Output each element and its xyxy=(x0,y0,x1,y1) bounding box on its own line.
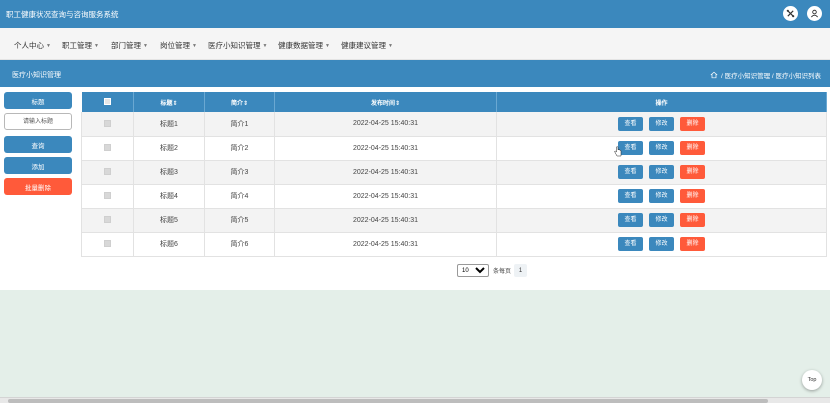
cell-summary: 简介3 xyxy=(204,160,275,185)
select-all-checkbox[interactable] xyxy=(81,92,134,112)
table-row: 标题1 简介1 2022-04-25 15:40:31 查看 修改 删除 xyxy=(81,112,827,137)
cell-summary: 简介1 xyxy=(204,112,275,137)
cell-publish-time: 2022-04-25 15:40:31 xyxy=(274,184,497,209)
nav-item-personal-center[interactable]: 个人中心 ▼ xyxy=(14,40,51,51)
cell-summary: 简介2 xyxy=(204,136,275,161)
cell-actions: 查看 修改 删除 xyxy=(496,184,827,209)
table-row: 标题6 简介6 2022-04-25 15:40:31 查看 修改 删除 xyxy=(81,232,827,257)
chevron-down-icon: ▼ xyxy=(325,43,330,49)
cell-title: 标题2 xyxy=(133,136,205,161)
app-title: 职工健康状况查询与咨询服务系统 xyxy=(6,10,119,19)
data-table: 标题⇕ 简介⇕ 发布时间⇕ 操作 标题1 简介1 2022-04-25 15:4… xyxy=(81,92,827,257)
view-button[interactable]: 查看 xyxy=(618,189,643,203)
cell-summary: 简介4 xyxy=(204,184,275,209)
delete-button[interactable]: 删除 xyxy=(680,237,705,251)
delete-button[interactable]: 删除 xyxy=(680,189,705,203)
row-checkbox[interactable] xyxy=(81,184,134,209)
delete-button[interactable]: 删除 xyxy=(680,165,705,179)
page-header: 医疗小知识管理 / 医疗小知识管理 / 医疗小知识列表 xyxy=(0,60,830,87)
title-field-label: 标题 xyxy=(4,92,72,109)
cell-publish-time: 2022-04-25 15:40:31 xyxy=(274,232,497,257)
title-search-input[interactable] xyxy=(4,113,72,130)
top-bar: 职工健康状况查询与咨询服务系统 xyxy=(0,0,830,28)
chevron-down-icon: ▼ xyxy=(94,43,99,49)
chevron-down-icon: ▼ xyxy=(262,43,268,49)
nav-item-health-advice[interactable]: 健康建议管理 ▼ xyxy=(341,40,393,51)
query-button[interactable]: 查询 xyxy=(4,136,72,153)
row-checkbox[interactable] xyxy=(81,112,134,137)
cell-title: 标题5 xyxy=(133,208,205,233)
row-checkbox[interactable] xyxy=(81,232,134,257)
nav-item-staff[interactable]: 职工管理 ▼ xyxy=(62,40,99,51)
table-row: 标题5 简介5 2022-04-25 15:40:31 查看 修改 删除 xyxy=(81,208,827,233)
delete-button[interactable]: 删除 xyxy=(680,141,705,155)
table-header-row: 标题⇕ 简介⇕ 发布时间⇕ 操作 xyxy=(81,92,827,112)
header-title[interactable]: 标题⇕ xyxy=(133,92,205,112)
cell-publish-time: 2022-04-25 15:40:31 xyxy=(274,160,497,185)
cell-title: 标题4 xyxy=(133,184,205,209)
breadcrumb-text: / 医疗小知识管理 / 医疗小知识列表 xyxy=(720,73,821,80)
cell-title: 标题3 xyxy=(133,160,205,185)
chevron-down-icon: ▼ xyxy=(192,43,197,49)
header-actions: 操作 xyxy=(496,92,827,112)
nav-item-department[interactable]: 部门管理 ▼ xyxy=(111,40,148,51)
edit-button[interactable]: 修改 xyxy=(649,165,674,179)
row-checkbox[interactable] xyxy=(81,160,134,185)
main-nav: 个人中心 ▼ 职工管理 ▼ 部门管理 ▼ 岗位管理 ▼ 医疗小知识管理 ▼ 健康数据管理 ▼… xyxy=(0,28,830,60)
view-button[interactable]: 查看 xyxy=(618,165,643,179)
batch-delete-button[interactable]: 批量删除 xyxy=(4,178,72,195)
chevron-down-icon: ▼ xyxy=(143,43,148,49)
nav-item-medical-knowledge[interactable]: 医疗小知识管理 ▼ xyxy=(208,40,267,51)
hand-cursor-icon xyxy=(614,146,622,157)
user-icon[interactable] xyxy=(807,6,822,21)
page-title: 医疗小知识管理 xyxy=(12,72,61,79)
chevron-down-icon: ▼ xyxy=(46,43,51,49)
cell-title: 标题1 xyxy=(133,112,205,137)
edit-button[interactable]: 修改 xyxy=(649,213,674,227)
edit-button[interactable]: 修改 xyxy=(649,141,674,155)
row-checkbox[interactable] xyxy=(81,208,134,233)
row-checkbox[interactable] xyxy=(81,136,134,161)
cell-actions: 查看 修改 删除 xyxy=(496,112,827,137)
chevron-down-icon: ▼ xyxy=(388,43,393,49)
table-row: 标题2 简介2 2022-04-25 15:40:31 查看 修改 删除 xyxy=(81,136,827,161)
home-icon[interactable] xyxy=(710,71,718,79)
table-row: 标题3 简介3 2022-04-25 15:40:31 查看 修改 删除 xyxy=(81,160,827,185)
page-number-current[interactable]: 1 xyxy=(514,264,528,277)
cell-title: 标题6 xyxy=(133,232,205,257)
back-to-top-button[interactable]: Top xyxy=(802,370,822,390)
cell-publish-time: 2022-04-25 15:40:31 xyxy=(274,112,497,137)
add-button[interactable]: 添加 xyxy=(4,157,72,174)
cell-actions: 查看 修改 删除 xyxy=(496,136,827,161)
edit-button[interactable]: 修改 xyxy=(649,237,674,251)
delete-button[interactable]: 删除 xyxy=(680,213,705,227)
cell-publish-time: 2022-04-25 15:40:31 xyxy=(274,136,497,161)
header-publish-time[interactable]: 发布时间⇕ xyxy=(274,92,497,112)
per-page-label: 条每页 xyxy=(493,269,512,275)
nav-item-position[interactable]: 岗位管理 ▼ xyxy=(160,40,197,51)
pagination: 10 条每页 1 xyxy=(457,264,528,277)
edit-button[interactable]: 修改 xyxy=(649,116,674,131)
cell-actions: 查看 修改 删除 xyxy=(496,232,827,257)
table-row: 标题4 简介4 2022-04-25 15:40:31 查看 修改 删除 xyxy=(81,184,827,209)
view-button[interactable]: 查看 xyxy=(618,213,643,227)
cell-publish-time: 2022-04-25 15:40:31 xyxy=(274,208,497,233)
settings-tool-icon[interactable] xyxy=(783,6,798,21)
cell-summary: 简介5 xyxy=(204,208,275,233)
cell-actions: 查看 修改 删除 xyxy=(496,208,827,233)
view-button[interactable]: 查看 xyxy=(618,116,643,131)
page-size-select[interactable]: 10 xyxy=(457,264,489,277)
edit-button[interactable]: 修改 xyxy=(649,189,674,203)
scrollbar-thumb[interactable] xyxy=(8,399,768,403)
delete-button[interactable]: 删除 xyxy=(680,116,705,131)
header-summary[interactable]: 简介⇕ xyxy=(204,92,275,112)
horizontal-scrollbar[interactable] xyxy=(0,397,830,403)
view-button[interactable]: 查看 xyxy=(618,237,643,251)
cell-actions: 查看 修改 删除 xyxy=(496,160,827,185)
nav-item-health-data[interactable]: 健康数据管理 ▼ xyxy=(278,40,330,51)
breadcrumb: / 医疗小知识管理 / 医疗小知识列表 xyxy=(710,70,821,80)
cell-summary: 简介6 xyxy=(204,232,275,257)
